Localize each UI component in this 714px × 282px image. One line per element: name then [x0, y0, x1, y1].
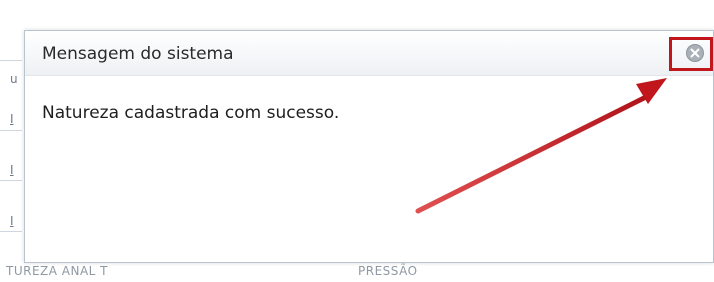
dialog-header: Mensagem do sistema	[25, 31, 713, 76]
dialog-message: Natureza cadastrada com sucesso.	[42, 103, 340, 123]
background-column-header: TUREZA ANAL T	[6, 264, 109, 278]
background-table-header: TUREZA ANAL T PRESSÃO	[0, 262, 714, 282]
background-column-header: PRESSÃO	[358, 264, 418, 278]
system-message-dialog: Mensagem do sistema Natureza cadastrada …	[24, 30, 714, 263]
background-divider	[0, 60, 22, 61]
background-left-column: u I I I	[0, 0, 24, 282]
background-divider	[0, 231, 22, 232]
background-divider	[0, 180, 22, 181]
background-link[interactable]: I	[10, 214, 14, 228]
background-mark: u	[10, 72, 18, 86]
close-button[interactable]	[686, 44, 704, 62]
dialog-title: Mensagem do sistema	[42, 44, 234, 64]
background-link[interactable]: I	[10, 163, 14, 177]
background-link[interactable]: I	[10, 112, 14, 126]
background-divider	[0, 130, 22, 131]
close-circle-icon	[690, 48, 700, 58]
